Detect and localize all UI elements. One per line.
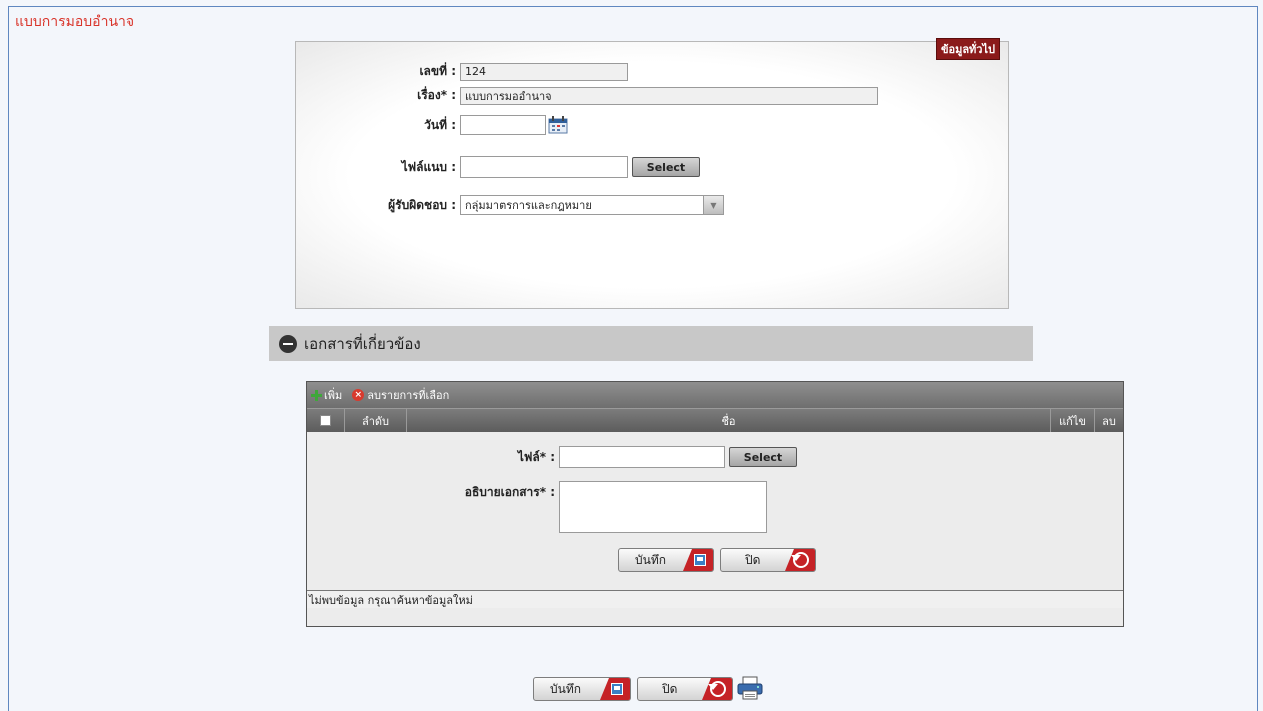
main-frame: แบบการมอบอำนาจ ข้อมูลทั่วไป เลขที่ : 124… bbox=[8, 6, 1258, 711]
doc-close-label: ปิด bbox=[745, 552, 761, 567]
doc-close-button[interactable]: ปิด bbox=[720, 548, 816, 572]
owner-select[interactable]: กลุ่มมาตรการและกฎหมาย ▼ bbox=[460, 195, 724, 215]
column-order[interactable]: ลำดับ bbox=[345, 409, 407, 432]
grid-toolbar: เพิ่ม × ลบรายการที่เลือก bbox=[307, 382, 1123, 408]
general-info-panel: ข้อมูลทั่วไป เลขที่ : 124 เรื่อง* : แบบก… bbox=[295, 38, 1009, 309]
undo-icon bbox=[785, 549, 815, 571]
delete-selected-button[interactable]: × ลบรายการที่เลือก bbox=[352, 386, 449, 404]
attachment-row: ไฟล์แนบ : Select bbox=[336, 156, 700, 178]
subject-label: เรื่อง* : bbox=[417, 88, 456, 102]
delete-circle-icon: × bbox=[352, 389, 365, 401]
select-all-cell bbox=[307, 409, 345, 432]
attachment-field[interactable] bbox=[460, 156, 628, 178]
calendar-icon[interactable] bbox=[548, 116, 568, 134]
close-button[interactable]: ปิด bbox=[637, 677, 733, 701]
dropdown-arrow-icon[interactable]: ▼ bbox=[703, 196, 723, 214]
delete-selected-label: ลบรายการที่เลือก bbox=[367, 389, 450, 402]
add-label: เพิ่ม bbox=[324, 389, 343, 402]
save-button[interactable]: บันทึก bbox=[533, 677, 631, 701]
doc-description-row: อธิบายเอกสาร* : bbox=[427, 481, 767, 533]
number-field[interactable]: 124 bbox=[460, 62, 628, 81]
doc-save-button[interactable]: บันทึก bbox=[618, 548, 714, 572]
subject-field[interactable]: แบบการมออำนาจ bbox=[460, 86, 878, 105]
related-docs-grid: เพิ่ม × ลบรายการที่เลือก ลำดับ ชื่อ แก้ไ… bbox=[306, 381, 1124, 627]
date-row: วันที่ : bbox=[336, 115, 568, 135]
minus-circle-icon[interactable] bbox=[279, 334, 297, 353]
close-label: ปิด bbox=[662, 681, 678, 696]
doc-description-label: อธิบายเอกสาร* : bbox=[464, 485, 555, 499]
save-icon bbox=[683, 549, 713, 571]
grid-body: ไฟล์* : Select อธิบายเอกสาร* : บันทึก ปิ… bbox=[307, 432, 1123, 608]
empty-message: ไม่พบข้อมูล กรุณาค้นหาข้อมูลใหม่ bbox=[307, 590, 1123, 608]
save-icon bbox=[600, 678, 630, 700]
column-name[interactable]: ชื่อ bbox=[407, 409, 1051, 432]
doc-file-select-button[interactable]: Select bbox=[729, 447, 797, 467]
owner-row: ผู้รับผิดชอบ : กลุ่มมาตรการและกฎหมาย ▼ bbox=[336, 195, 724, 215]
save-label: บันทึก bbox=[550, 681, 581, 696]
doc-file-label: ไฟล์* : bbox=[517, 449, 555, 464]
number-row: เลขที่ : 124 bbox=[336, 62, 628, 81]
owner-label: ผู้รับผิดชอบ : bbox=[388, 197, 456, 212]
number-label: เลขที่ : bbox=[419, 64, 456, 78]
attachment-select-button[interactable]: Select bbox=[632, 157, 700, 177]
plus-icon bbox=[311, 389, 322, 401]
doc-file-field[interactable] bbox=[559, 446, 725, 468]
page-title: แบบการมอบอำนาจ bbox=[15, 14, 135, 30]
column-delete: ลบ bbox=[1102, 414, 1116, 428]
general-info-badge: ข้อมูลทั่วไป bbox=[935, 38, 1000, 60]
related-docs-header[interactable]: เอกสารที่เกี่ยวข้อง bbox=[269, 326, 1033, 361]
owner-select-value: กลุ่มมาตรการและกฎหมาย bbox=[465, 199, 592, 212]
printer-icon[interactable] bbox=[737, 676, 763, 700]
doc-description-textarea[interactable] bbox=[559, 481, 767, 533]
attachment-label: ไฟล์แนบ : bbox=[401, 159, 456, 174]
doc-file-row: ไฟล์* : Select bbox=[427, 446, 797, 468]
grid-header-row: ลำดับ ชื่อ แก้ไข ลบ bbox=[307, 408, 1123, 432]
add-button[interactable]: เพิ่ม bbox=[311, 386, 342, 404]
subject-row: เรื่อง* : แบบการมออำนาจ bbox=[336, 86, 878, 105]
doc-save-label: บันทึก bbox=[635, 552, 666, 567]
column-edit: แก้ไข bbox=[1051, 409, 1095, 432]
date-label: วันที่ : bbox=[424, 117, 456, 132]
undo-icon bbox=[702, 678, 732, 700]
related-docs-title: เอกสารที่เกี่ยวข้อง bbox=[304, 334, 421, 353]
select-all-checkbox[interactable] bbox=[320, 415, 331, 426]
date-field[interactable] bbox=[460, 115, 546, 135]
